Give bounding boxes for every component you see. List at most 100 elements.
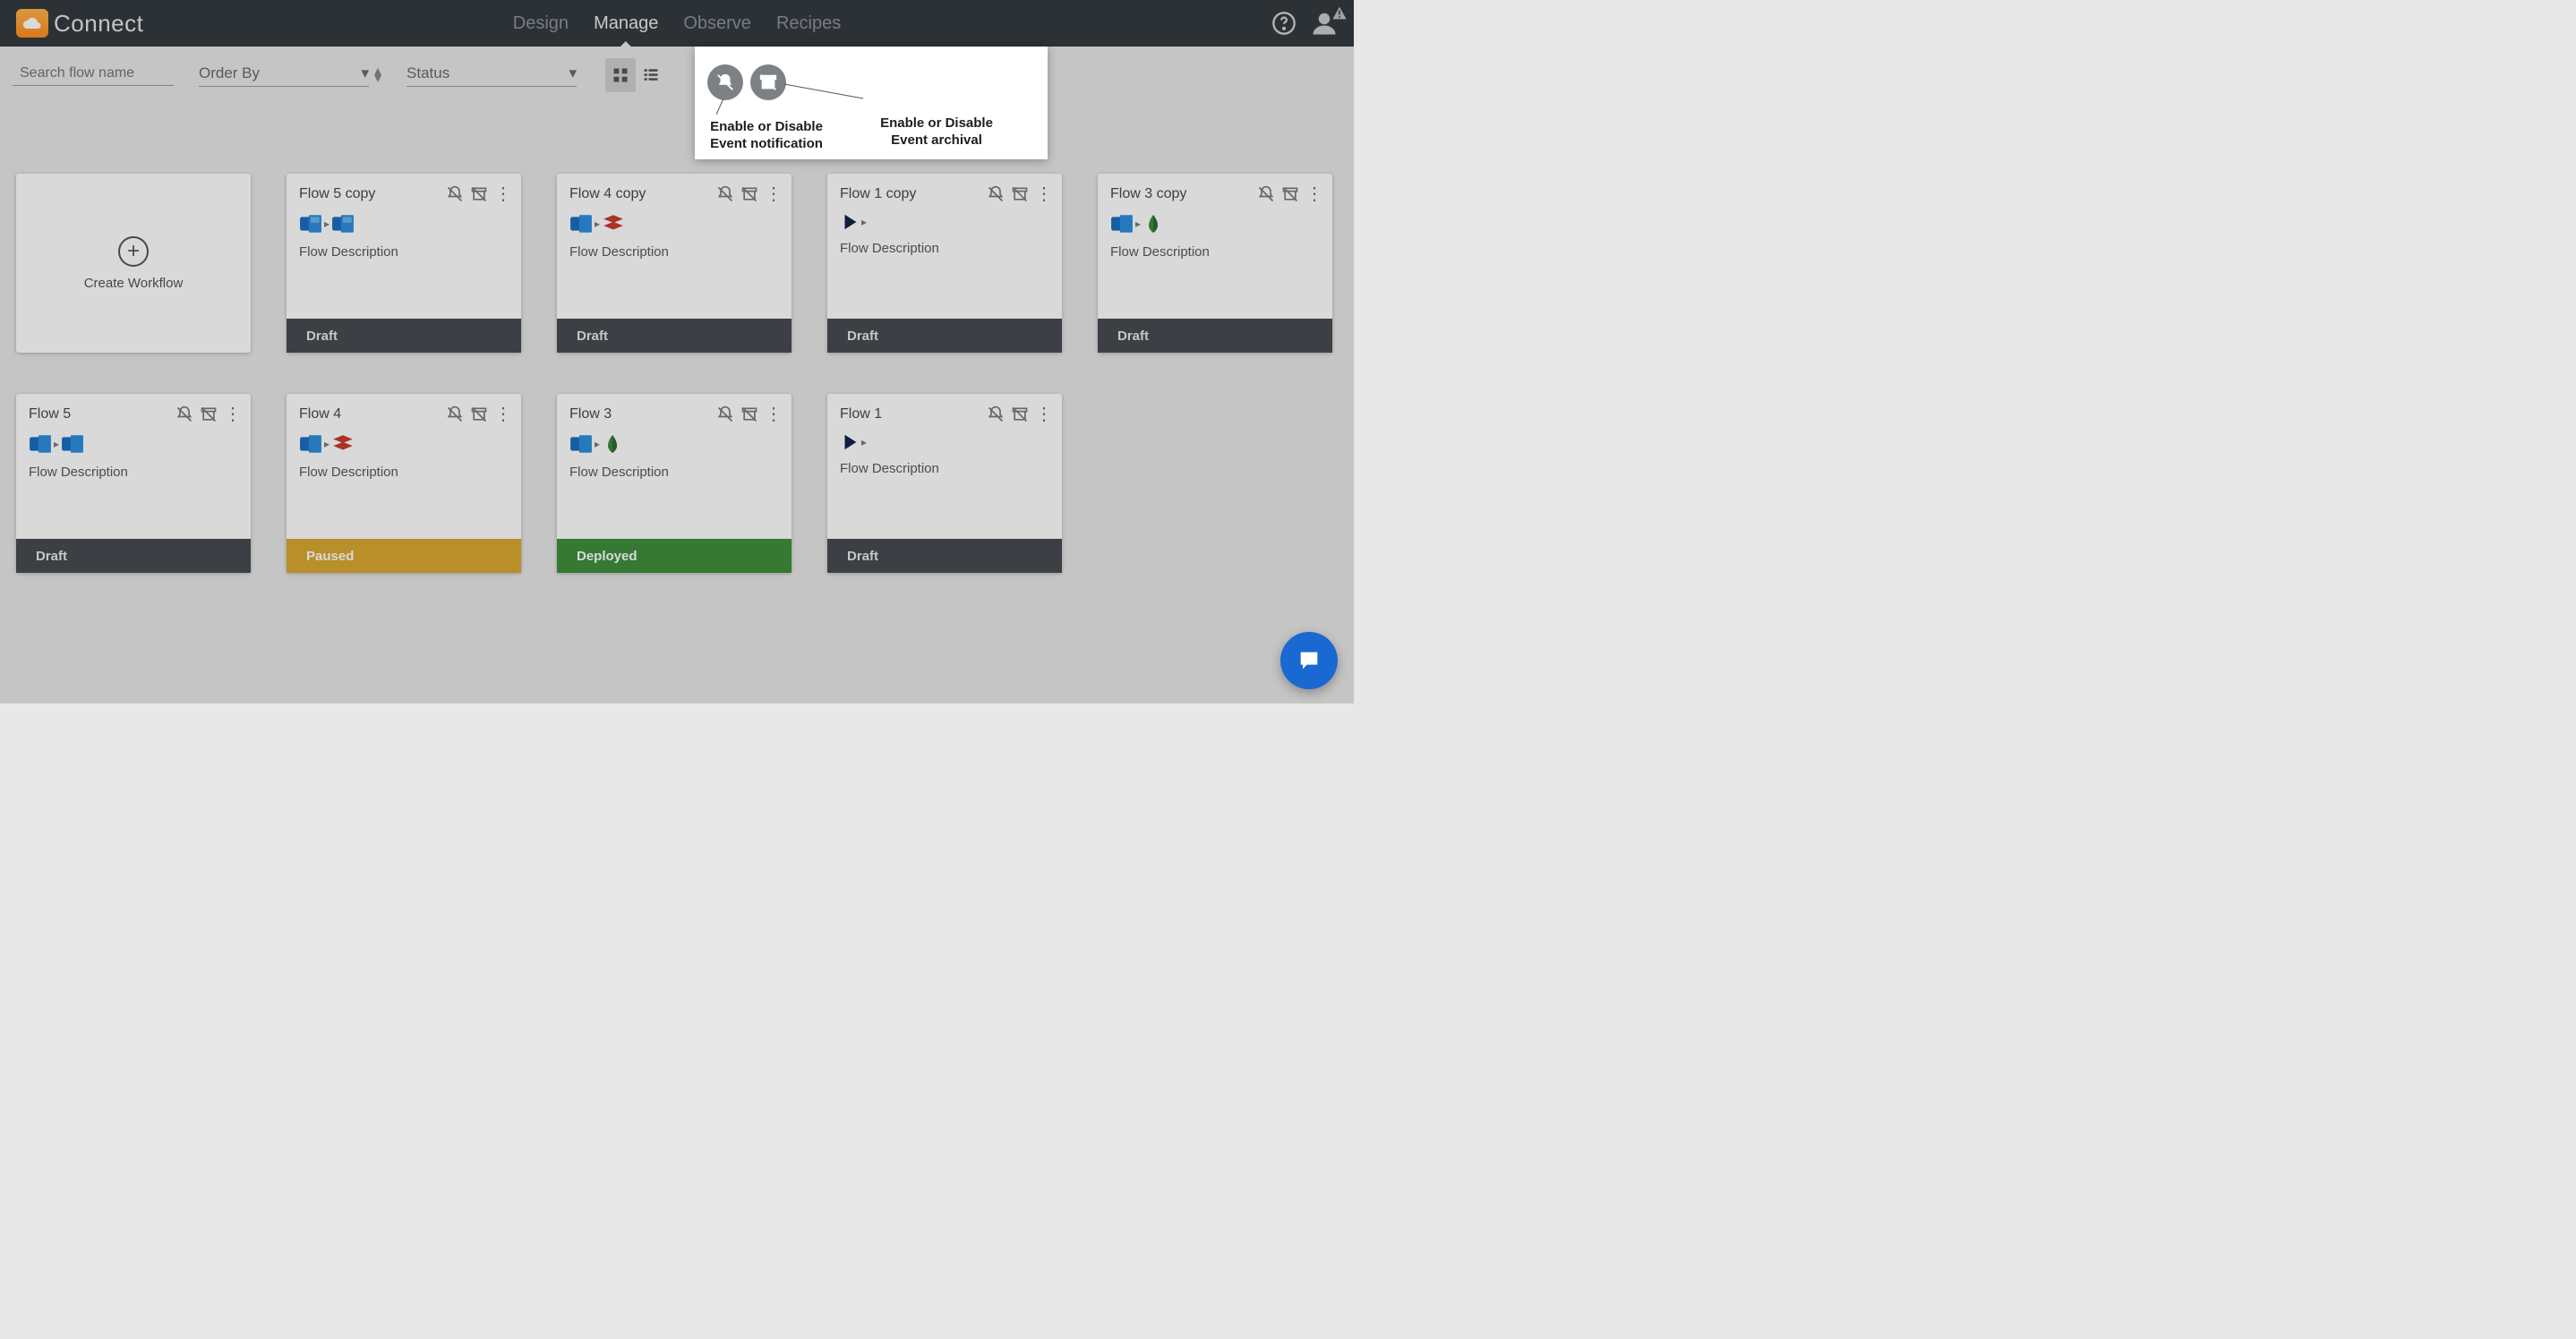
connector-row: ▸ (827, 427, 1062, 452)
top-nav: Connect Design Manage Observe Recipes (0, 0, 1354, 47)
play-icon (840, 432, 860, 452)
user-menu[interactable] (1311, 10, 1338, 37)
search-field[interactable] (20, 65, 205, 81)
connector-row: ▸ (557, 207, 792, 235)
nav-tab-observe[interactable]: Observe (683, 0, 751, 47)
bell-off-icon[interactable] (716, 405, 734, 423)
view-toggle (605, 58, 666, 92)
search-input[interactable] (13, 65, 174, 86)
bell-off-icon[interactable] (707, 64, 743, 100)
archive-off-icon[interactable] (200, 405, 218, 423)
archive-off-icon[interactable] (1011, 405, 1029, 423)
status-badge: Draft (827, 539, 1062, 573)
connector-row: ▸ (287, 207, 521, 235)
chat-button[interactable] (1280, 632, 1338, 689)
connector-row: ▸ (557, 427, 792, 456)
archive-off-icon[interactable] (750, 64, 786, 100)
outlook-icon (569, 212, 593, 235)
more-icon[interactable]: ⋮ (494, 183, 512, 205)
chevron-down-icon: ▾ (569, 64, 577, 82)
status-badge: Draft (827, 319, 1062, 353)
sort-direction-toggle[interactable]: ▴ ▾ (374, 68, 381, 82)
status-badge: Deployed (557, 539, 792, 573)
workflow-card[interactable]: Flow 3 ⋮ ▸ Flow Description Deployed (557, 394, 792, 573)
create-workflow-card[interactable]: + Create Workflow (16, 174, 251, 353)
redis-icon (602, 212, 625, 235)
chevron-right-icon: ▸ (861, 436, 867, 448)
archive-off-icon[interactable] (470, 405, 488, 423)
connector-row: ▸ (16, 427, 251, 456)
chevron-right-icon: ▸ (54, 438, 59, 450)
status-select[interactable]: Status ▾ (407, 64, 577, 87)
status-badge: Draft (1098, 319, 1332, 353)
more-icon[interactable]: ⋮ (765, 403, 783, 425)
more-icon[interactable]: ⋮ (1305, 183, 1323, 205)
connector-row: ▸ (287, 427, 521, 456)
chevron-right-icon: ▸ (861, 216, 867, 228)
bell-off-icon[interactable] (987, 405, 1005, 423)
chevron-down-icon: ▾ (361, 64, 369, 82)
callout-archival-text: Enable or Disable Event archival (865, 115, 1008, 149)
nav-tab-recipes[interactable]: Recipes (776, 0, 841, 47)
bell-off-icon[interactable] (987, 185, 1005, 203)
filter-bar: Order By ▾ ▴ ▾ Status ▾ (0, 47, 1354, 104)
nav-tabs: Design Manage Observe Recipes (513, 0, 841, 47)
workflow-card[interactable]: Flow 1 ⋮ ▸ Flow Description Draft (827, 394, 1062, 573)
nav-tab-manage[interactable]: Manage (594, 0, 658, 47)
brand-text: Connect (54, 10, 143, 38)
outlook-icon (299, 212, 322, 235)
archive-off-icon[interactable] (740, 185, 758, 203)
outlook-icon (61, 432, 84, 456)
more-icon[interactable]: ⋮ (224, 403, 242, 425)
status-badge: Draft (557, 319, 792, 353)
workflow-card[interactable]: Flow 4 copy ⋮ ▸ Flow Description Draft (557, 174, 792, 353)
workflow-card[interactable]: Flow 5 ⋮ ▸ Flow Description Draft (16, 394, 251, 573)
outlook-icon (1110, 212, 1134, 235)
outlook-icon (569, 432, 593, 456)
archive-off-icon[interactable] (1011, 185, 1029, 203)
bell-off-icon[interactable] (446, 185, 464, 203)
status-badge: Paused (287, 539, 521, 573)
outlook-icon (331, 212, 355, 235)
chevron-right-icon: ▸ (324, 217, 329, 230)
archive-off-icon[interactable] (470, 185, 488, 203)
workflow-card[interactable]: Flow 4 ⋮ ▸ Flow Description Paused (287, 394, 521, 573)
callout-notification-text: Enable or Disable Event notification (695, 118, 838, 152)
brand[interactable]: Connect (16, 9, 143, 38)
bell-off-icon[interactable] (446, 405, 464, 423)
more-icon[interactable]: ⋮ (494, 403, 512, 425)
plus-icon: + (118, 236, 149, 267)
workflow-card[interactable]: Flow 3 copy ⋮ ▸ Flow Description Draft (1098, 174, 1332, 353)
workflow-card[interactable]: Flow 5 copy ⋮ ▸ Flow Description Draft (287, 174, 521, 353)
bell-off-icon[interactable] (1257, 185, 1275, 203)
archive-off-icon[interactable] (1281, 185, 1299, 203)
status-badge: Draft (287, 319, 521, 353)
grid-view-button[interactable] (605, 58, 636, 92)
help-callout: Enable or Disable Event notification Ena… (695, 47, 1048, 159)
mongo-icon (602, 433, 623, 455)
workflow-grid: + Create Workflow Flow 5 copy ⋮ ▸ Flow D… (16, 174, 1332, 573)
chevron-right-icon: ▸ (595, 217, 600, 230)
redis-icon (331, 432, 355, 456)
workflow-card[interactable]: Flow 1 copy ⋮ ▸ Flow Description Draft (827, 174, 1062, 353)
warning-icon (1331, 4, 1348, 21)
help-icon[interactable] (1271, 11, 1297, 36)
chevron-right-icon: ▸ (1135, 217, 1141, 230)
status-badge: Draft (16, 539, 251, 573)
sort-down-icon: ▾ (374, 75, 381, 82)
outlook-icon (29, 432, 52, 456)
chevron-right-icon: ▸ (324, 438, 329, 450)
more-icon[interactable]: ⋮ (1035, 403, 1053, 425)
more-icon[interactable]: ⋮ (765, 183, 783, 205)
brand-logo-icon (16, 9, 48, 38)
connector-row: ▸ (1098, 207, 1332, 235)
list-view-button[interactable] (636, 58, 666, 92)
archive-off-icon[interactable] (740, 405, 758, 423)
play-icon (840, 212, 860, 232)
chevron-right-icon: ▸ (595, 438, 600, 450)
bell-off-icon[interactable] (175, 405, 193, 423)
order-by-select[interactable]: Order By ▾ (199, 64, 369, 87)
more-icon[interactable]: ⋮ (1035, 183, 1053, 205)
nav-tab-design[interactable]: Design (513, 0, 569, 47)
bell-off-icon[interactable] (716, 185, 734, 203)
